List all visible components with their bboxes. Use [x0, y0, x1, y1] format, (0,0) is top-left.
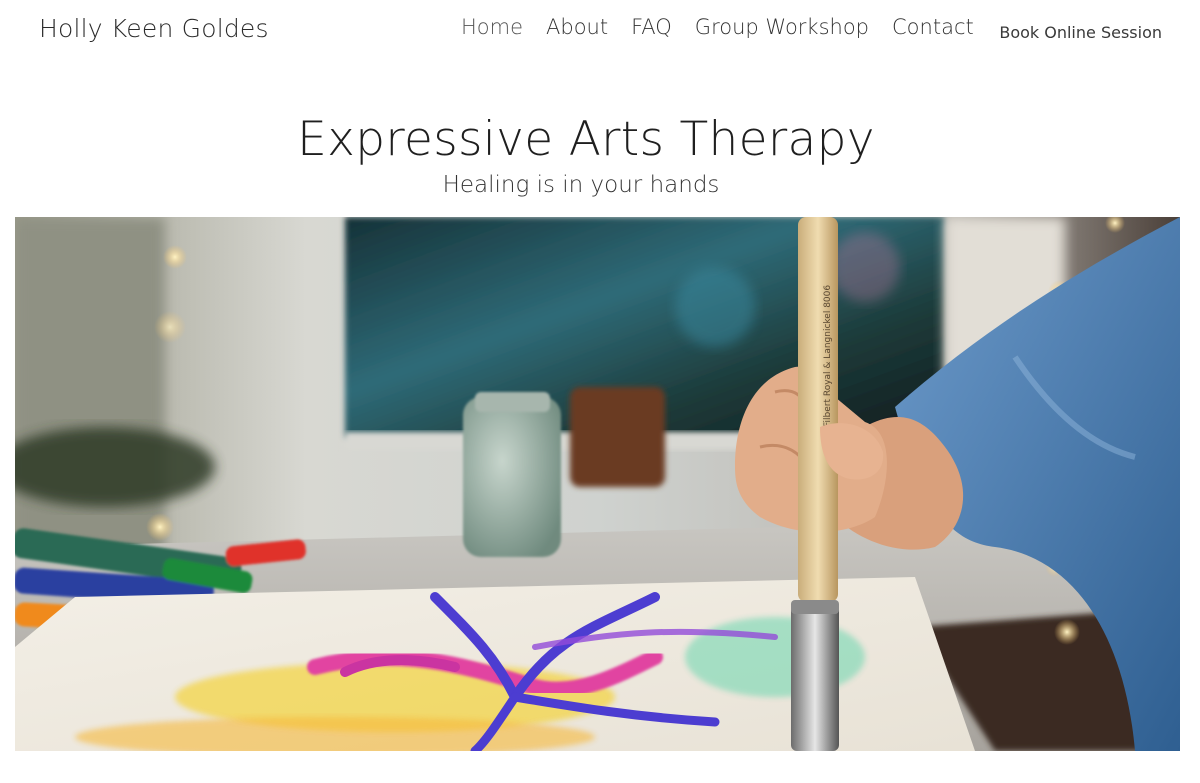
site-title-link[interactable]: Holly Keen Goldes: [39, 14, 269, 43]
painting-photo-illustration: Filbert Royal & Langnickel 8006: [15, 217, 1180, 751]
nav-link-group-workshop[interactable]: Group Workshop: [695, 15, 869, 39]
nav-item-group-workshop: Group Workshop: [695, 15, 869, 39]
main-nav: Home About FAQ Group Workshop Contact: [461, 15, 997, 39]
nav-item-about: About: [546, 15, 608, 39]
nav-link-contact[interactable]: Contact: [892, 15, 974, 39]
nav-link-faq[interactable]: FAQ: [631, 15, 672, 39]
svg-text:Filbert Royal & Langnickel 800: Filbert Royal & Langnickel 8006: [823, 285, 833, 427]
nav-link-about[interactable]: About: [546, 15, 608, 39]
book-online-session-link[interactable]: Book Online Session: [999, 23, 1162, 42]
nav-link-home[interactable]: Home: [461, 15, 523, 39]
hero-painting-photo: Filbert Royal & Langnickel 8006: [15, 217, 1180, 751]
nav-item-faq: FAQ: [631, 15, 672, 39]
nav-item-home: Home: [461, 15, 523, 39]
hero-heading: Expressive Arts Therapy: [297, 112, 875, 167]
nav-item-contact: Contact: [892, 15, 974, 39]
hero-subtitle: Healing is in your hands: [442, 172, 720, 198]
page: Holly Keen Goldes Home About FAQ Group W…: [0, 0, 1200, 783]
